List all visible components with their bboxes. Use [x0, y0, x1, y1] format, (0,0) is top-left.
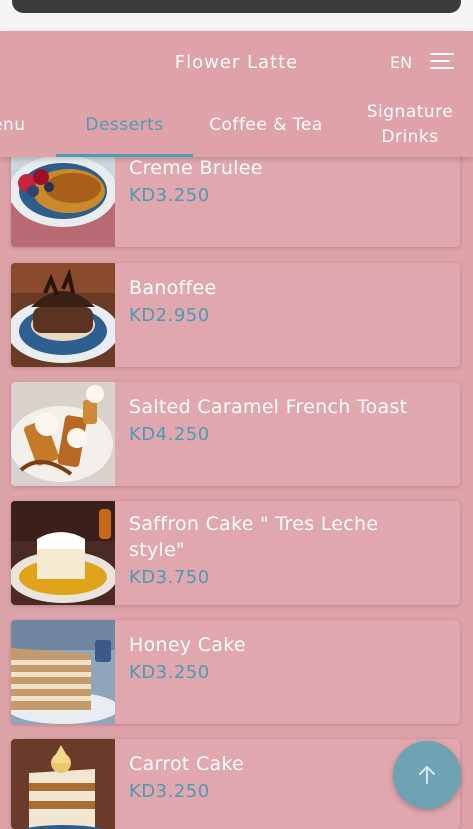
menu-item-banoffee[interactable]: Banoffee KD2.950	[11, 263, 460, 367]
honey-cake-image	[11, 620, 115, 724]
active-tab-indicator	[56, 154, 193, 157]
scroll-to-top-button[interactable]	[393, 741, 461, 809]
browser-address-bar[interactable]	[12, 0, 461, 13]
item-name: Creme Brulee	[129, 157, 263, 179]
item-name: Banoffee	[129, 277, 217, 299]
item-price: KD2.950	[129, 305, 210, 326]
item-price: KD3.750	[129, 567, 210, 588]
menu-item-saffron-cake[interactable]: Saffron Cake " Tres Leche style" KD3.750	[11, 501, 460, 605]
creme-brulee-image	[11, 143, 115, 247]
menu-item-creme-brulee[interactable]: Creme Brulee KD3.250	[11, 143, 460, 247]
french-toast-image	[11, 382, 115, 486]
language-selector[interactable]: EN	[390, 53, 412, 72]
carrot-cake-image	[11, 739, 115, 829]
menu-item-salted-caramel-french-toast[interactable]: Salted Caramel French Toast KD4.250	[11, 382, 460, 486]
item-name: Salted Caramel French Toast	[129, 396, 408, 418]
item-price: KD4.250	[129, 424, 210, 445]
tab-coffee-tea[interactable]: Coffee & Tea	[200, 113, 332, 138]
browser-top-strip	[0, 0, 473, 31]
tab-signature-drinks[interactable]: Signature Drinks	[356, 100, 464, 150]
item-price: KD3.250	[129, 662, 210, 683]
item-name: Honey Cake	[129, 634, 246, 656]
item-name: Saffron Cake " Tres Leche style"	[129, 513, 379, 561]
hamburger-menu-icon[interactable]	[430, 53, 456, 71]
tab-menu[interactable]: enu	[0, 113, 26, 138]
saffron-cake-image	[11, 501, 115, 605]
tab-desserts[interactable]: Desserts	[56, 113, 193, 138]
item-price: KD3.250	[129, 185, 210, 206]
arrow-up-icon	[419, 766, 435, 784]
banoffee-image	[11, 263, 115, 367]
item-price: KD3.250	[129, 781, 210, 802]
app-header: Flower Latte EN enu Desserts Coffee & Te…	[0, 31, 473, 157]
menu-item-carrot-cake[interactable]: Carrot Cake KD3.250	[11, 739, 460, 829]
menu-item-honey-cake[interactable]: Honey Cake KD3.250	[11, 620, 460, 724]
